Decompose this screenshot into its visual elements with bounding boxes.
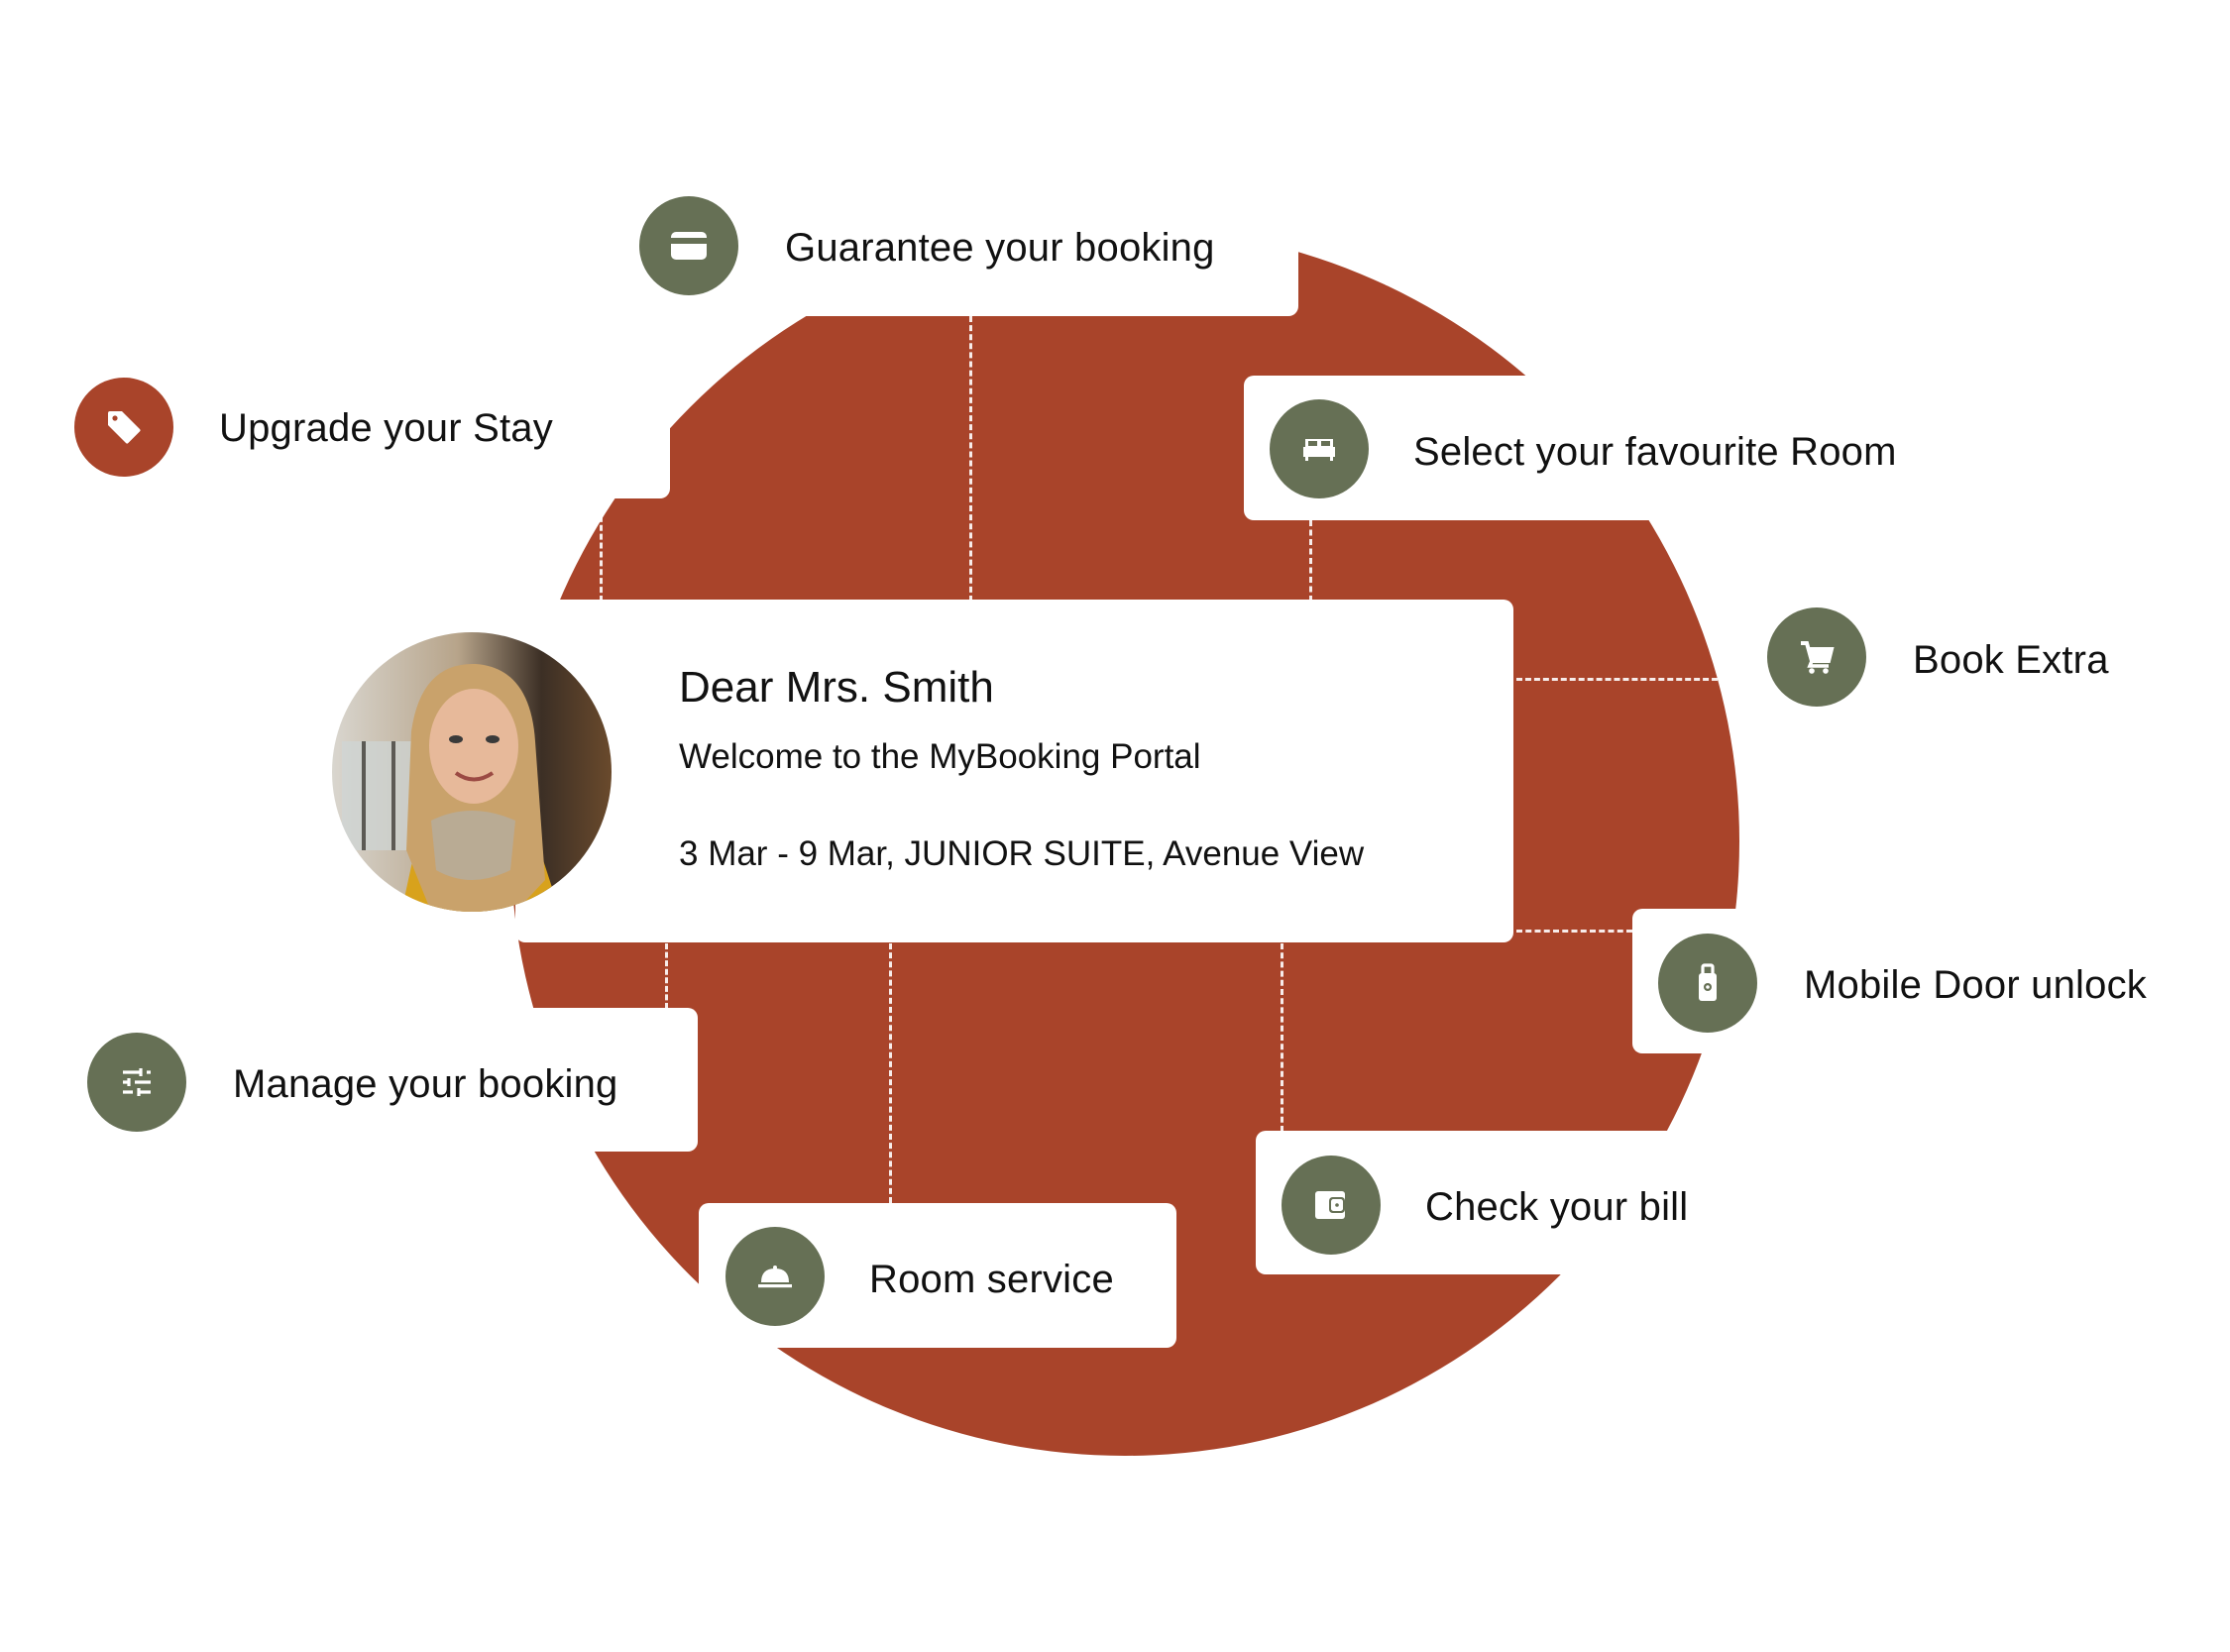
- feature-label: Manage your booking: [233, 1062, 618, 1106]
- feature-label: Guarantee your booking: [785, 226, 1215, 270]
- feature-label: Upgrade your Stay: [219, 406, 553, 450]
- feature-label: Room service: [869, 1258, 1114, 1301]
- connector-line: [1281, 943, 1283, 1132]
- greeting-heading: Dear Mrs. Smith: [679, 663, 994, 712]
- feature-mobile-door[interactable]: Mobile Door unlock: [1658, 934, 2213, 1033]
- feature-label: Select your favourite Room: [1413, 430, 1897, 474]
- cloche-icon: [725, 1227, 825, 1326]
- feature-label: Check your bill: [1425, 1185, 1689, 1229]
- connector-line: [600, 498, 603, 602]
- connector-line: [665, 943, 668, 1009]
- welcome-subtitle: Welcome to the MyBooking Portal: [679, 737, 1201, 776]
- sliders-icon: [87, 1033, 186, 1132]
- booking-details: 3 Mar - 9 Mar, JUNIOR SUITE, Avenue View: [679, 834, 1365, 873]
- connector-line: [1309, 520, 1312, 602]
- avatar-image: [332, 632, 612, 912]
- feature-book-extra[interactable]: Book Extra: [1767, 607, 2144, 707]
- feature-check-bill[interactable]: Check your bill: [1282, 1156, 1777, 1255]
- feature-guarantee[interactable]: Guarantee your booking: [639, 196, 1274, 295]
- wallet-icon: [1282, 1156, 1381, 1255]
- feature-label: Mobile Door unlock: [1804, 963, 2147, 1007]
- guest-avatar: [332, 632, 612, 912]
- feature-upgrade[interactable]: Upgrade your Stay: [74, 378, 629, 477]
- feature-room-service[interactable]: Room service: [725, 1227, 1162, 1326]
- connector-line: [969, 316, 972, 602]
- feature-select-room[interactable]: Select your favourite Room: [1270, 399, 1963, 498]
- connector-line: [1516, 930, 1632, 933]
- tag-icon: [74, 378, 173, 477]
- connector-line: [889, 943, 892, 1203]
- credit-card-icon: [639, 196, 738, 295]
- feature-manage[interactable]: Manage your booking: [87, 1033, 682, 1132]
- door-key-icon: [1658, 934, 1757, 1033]
- connector-line: [1516, 678, 1727, 681]
- feature-label: Book Extra: [1913, 638, 2109, 682]
- shopping-cart-icon: [1767, 607, 1866, 707]
- bed-icon: [1270, 399, 1369, 498]
